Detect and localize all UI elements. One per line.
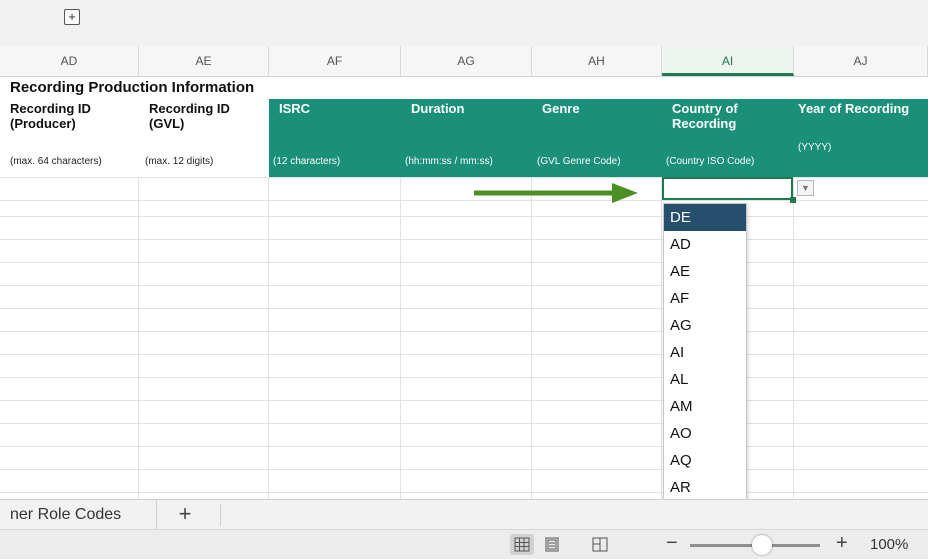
country-dropdown-list[interactable]: DE AD AE AF AG AI AL AM AO AQ AR AS	[663, 203, 747, 526]
status-bar: − + 100%	[0, 529, 928, 559]
sheet-tab-bar: ner Role Codes +	[0, 499, 928, 530]
right-arrow-icon	[474, 183, 638, 203]
dropdown-option[interactable]: AM	[664, 393, 746, 420]
grid-line	[0, 400, 928, 401]
grid-line	[531, 177, 532, 499]
grid-line	[0, 331, 928, 332]
column-header-ad[interactable]: AD	[0, 46, 139, 76]
header-title: ISRC	[279, 101, 311, 116]
dropdown-option[interactable]: AL	[664, 366, 746, 393]
grid-line	[0, 446, 928, 447]
header-title: Duration	[411, 101, 465, 116]
grid-line	[0, 285, 928, 286]
dropdown-option[interactable]: AG	[664, 312, 746, 339]
dropdown-option[interactable]: AE	[664, 258, 746, 285]
header-note-duration: (hh:mm:ss / mm:ss)	[405, 156, 493, 167]
dropdown-trigger-button[interactable]: ▼	[797, 180, 814, 196]
add-sheet-button[interactable]: +	[170, 500, 200, 530]
sheet-tab-role-codes[interactable]: ner Role Codes	[0, 500, 157, 530]
column-header-row: AD AE AF AG AH AI AJ	[0, 46, 928, 77]
header-title: Year of Recording	[798, 101, 910, 116]
grid-line	[0, 200, 928, 201]
grid-line	[0, 423, 928, 424]
header-title: Country of Recording	[672, 101, 738, 131]
grid-line	[793, 177, 794, 499]
page-layout-icon[interactable]	[540, 534, 564, 555]
active-cell-country[interactable]	[662, 177, 793, 200]
dropdown-option[interactable]: AQ	[664, 447, 746, 474]
grid-line	[661, 177, 662, 499]
zoom-out-button[interactable]: −	[666, 532, 678, 555]
header-title: Genre	[542, 101, 580, 116]
grid-line	[400, 177, 401, 499]
header-cell-year-of-recording[interactable]: Year of Recording	[794, 99, 928, 177]
header-note-recording-id-gvl: (max. 12 digits)	[145, 156, 214, 167]
dropdown-option[interactable]: AO	[664, 420, 746, 447]
grid-line	[0, 262, 928, 263]
header-note-year: (YYYY)	[798, 142, 832, 153]
grid-line	[0, 469, 928, 470]
column-header-ai[interactable]: AI	[662, 46, 794, 76]
divider	[220, 504, 221, 526]
zoom-slider-handle[interactable]	[752, 535, 772, 555]
grid-line	[0, 354, 928, 355]
dropdown-option[interactable]: AF	[664, 285, 746, 312]
grid-line	[0, 308, 928, 309]
header-note-isrc: (12 characters)	[273, 156, 341, 167]
dropdown-option[interactable]: AR	[664, 474, 746, 501]
triangle-down-icon: ▼	[801, 183, 810, 193]
page-break-icon[interactable]	[588, 534, 612, 555]
column-header-af[interactable]: AF	[269, 46, 401, 76]
column-header-ah[interactable]: AH	[532, 46, 662, 76]
ribbon-strip: +	[0, 0, 928, 46]
header-note-recording-id-producer: (max. 64 characters)	[10, 156, 102, 167]
header-note-genre: (GVL Genre Code)	[537, 156, 621, 167]
zoom-level-label[interactable]: 100%	[870, 536, 908, 553]
grid-line	[268, 177, 269, 499]
column-header-ag[interactable]: AG	[401, 46, 532, 76]
header-title: Recording ID (Producer)	[10, 101, 91, 131]
dropdown-option[interactable]: AD	[664, 231, 746, 258]
expand-plus-button[interactable]: +	[64, 9, 80, 25]
column-header-aj[interactable]: AJ	[794, 46, 928, 76]
column-header-ae[interactable]: AE	[139, 46, 269, 76]
zoom-in-button[interactable]: +	[836, 532, 848, 555]
header-title: Recording ID (GVL)	[149, 101, 230, 131]
header-note-country: (Country ISO Code)	[666, 156, 755, 167]
grid-line	[0, 216, 928, 217]
grid-line	[0, 239, 928, 240]
section-title: Recording Production Information	[10, 79, 255, 96]
dropdown-option[interactable]: AI	[664, 339, 746, 366]
grid-line	[0, 492, 928, 493]
grid-line	[138, 177, 139, 499]
grid-line	[0, 377, 928, 378]
dropdown-option[interactable]: DE	[664, 204, 746, 231]
grid-view-icon[interactable]	[510, 534, 534, 555]
fill-handle[interactable]	[790, 197, 796, 203]
